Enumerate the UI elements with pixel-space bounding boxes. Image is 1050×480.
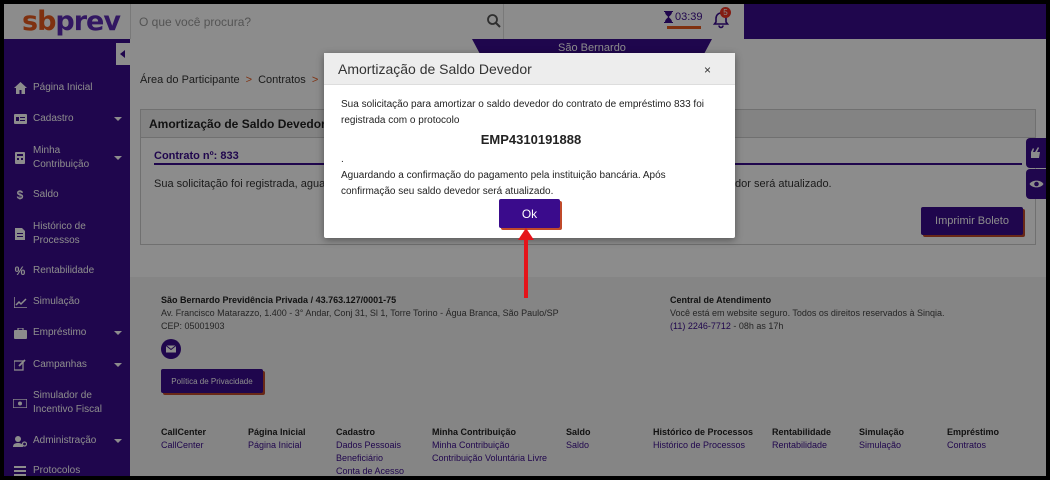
modal-message: Sua solicitação para amortizar o saldo d… (341, 99, 704, 126)
close-icon[interactable]: × (704, 63, 711, 77)
modal-dot: . (341, 154, 344, 165)
annotation-arrow (524, 238, 528, 298)
modal-title: Amortização de Saldo Devedor (324, 53, 735, 85)
app-window: sbprev 03:39 5 Página Inicial Cadastro (4, 4, 1046, 476)
amortization-modal: Amortização de Saldo Devedor × Sua solic… (324, 53, 735, 238)
modal-body: Sua solicitação para amortizar o saldo d… (341, 97, 721, 200)
ok-button[interactable]: Ok (499, 199, 560, 228)
modal-message-2: Aguardando a confirmação do pagamento pe… (341, 170, 666, 197)
protocol-number: EMP4310191888 (480, 132, 582, 147)
